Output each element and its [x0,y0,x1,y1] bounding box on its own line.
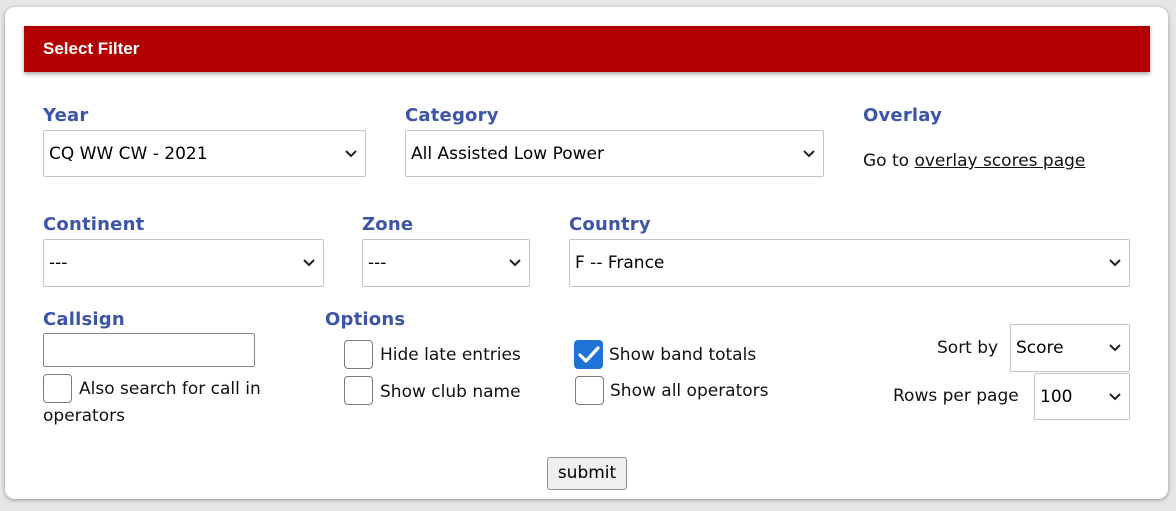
callsign-input[interactable] [43,333,255,367]
sort-by-select[interactable]: Score [1010,324,1130,372]
overlay-text: Go to overlay scores page [863,151,1085,171]
chevron-down-icon [803,149,815,157]
year-select[interactable]: CQ WW CW - 2021 [43,130,366,177]
chevron-down-icon [1109,259,1121,267]
show-club-name-checkbox[interactable] [344,376,373,405]
zone-label: Zone [362,214,414,235]
chevron-down-icon [1109,344,1121,352]
zone-value: --- [368,253,387,273]
country-label: Country [569,214,651,235]
country-value: F -- France [575,253,665,273]
chevron-down-icon [303,259,315,267]
rows-per-page-select[interactable]: 100 [1034,373,1130,420]
hide-late-entries-label: Hide late entries [380,345,521,365]
show-band-totals-checkbox[interactable] [574,340,603,369]
continent-select[interactable]: --- [43,239,324,287]
country-select[interactable]: F -- France [569,239,1130,287]
rows-per-page-label: Rows per page [893,386,1019,406]
sort-by-value: Score [1016,338,1064,358]
year-label: Year [43,105,89,126]
options-label: Options [325,309,406,330]
category-label: Category [405,105,499,126]
also-search-label-line2: operators [43,406,125,426]
continent-value: --- [49,253,68,273]
zone-select[interactable]: --- [362,239,530,287]
category-value: All Assisted Low Power [411,143,605,164]
filter-header: Select Filter [24,26,1150,72]
category-select[interactable]: All Assisted Low Power [405,130,824,177]
callsign-label: Callsign [43,309,125,330]
overlay-prefix: Go to [863,151,915,171]
show-club-name-label: Show club name [380,382,521,402]
rows-per-page-value: 100 [1040,386,1073,407]
chevron-down-icon [345,149,357,157]
continent-label: Continent [43,214,145,235]
show-all-operators-label: Show all operators [610,381,769,401]
year-value: CQ WW CW - 2021 [49,143,208,164]
filter-title: Select Filter [43,39,140,58]
submit-button[interactable]: submit [547,457,627,490]
also-search-label-line1: Also search for call in [79,379,261,399]
overlay-scores-link[interactable]: overlay scores page [914,151,1085,171]
show-all-operators-checkbox[interactable] [575,376,604,405]
show-band-totals-label: Show band totals [609,345,757,365]
also-search-operators-checkbox[interactable] [43,374,72,403]
checkmark-icon [578,346,600,363]
overlay-label: Overlay [863,105,943,126]
chevron-down-icon [1109,392,1121,400]
hide-late-entries-checkbox[interactable] [344,340,373,369]
sort-by-label: Sort by [937,338,999,358]
chevron-down-icon [509,259,521,267]
